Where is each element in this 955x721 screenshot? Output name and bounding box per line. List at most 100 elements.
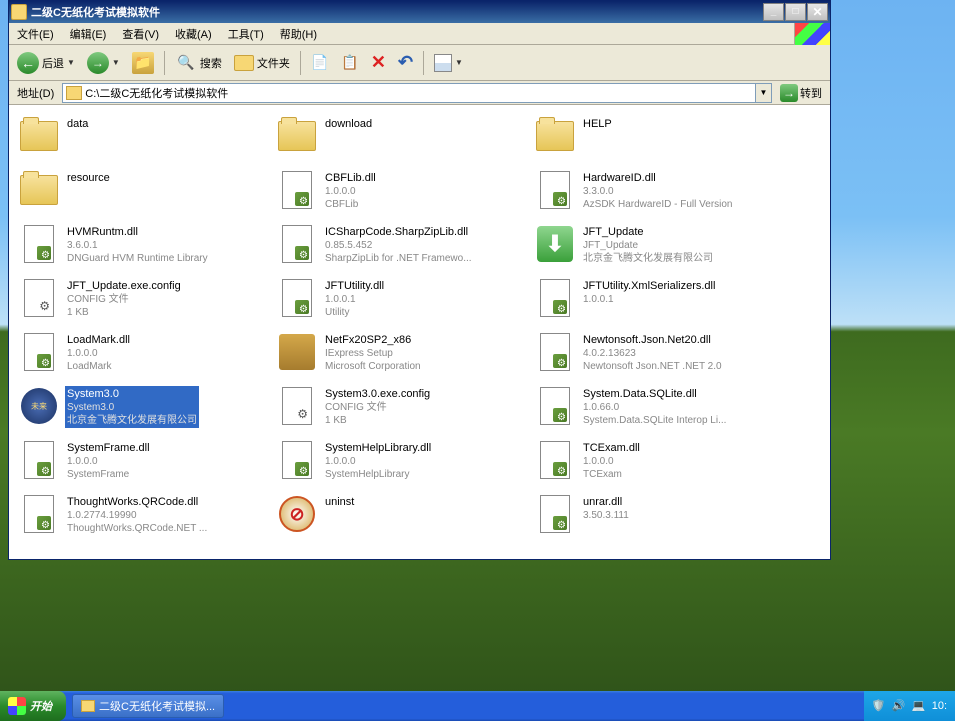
file-name: Newtonsoft.Json.Net20.dll (583, 333, 722, 347)
menu-tools[interactable]: 工具(T) (220, 23, 272, 45)
titlebar[interactable]: 二级C无纸化考试模拟软件 _ □ ✕ (9, 1, 830, 23)
file-item[interactable]: ICSharpCode.SharpZipLib.dll0.85.5.452Sha… (271, 221, 529, 275)
close-button[interactable]: ✕ (807, 3, 828, 21)
move-to-button[interactable]: 📄 (307, 49, 333, 77)
file-meta: System.Data.SQLite Interop Li... (583, 414, 726, 427)
menu-edit[interactable]: 编辑(E) (62, 23, 115, 45)
file-name: data (67, 117, 88, 131)
file-meta: 1.0.0.0 (325, 455, 431, 468)
file-meta: System3.0 (67, 401, 197, 414)
iexpress-icon (277, 332, 317, 372)
file-item[interactable]: HVMRuntm.dll3.6.0.1DNGuard HVM Runtime L… (13, 221, 271, 275)
undo-button[interactable]: ↶ (394, 49, 417, 77)
file-item[interactable]: HardwareID.dll3.3.0.0AzSDK HardwareID - … (529, 167, 787, 221)
file-meta: 4.0.2.13623 (583, 347, 722, 360)
file-meta: Microsoft Corporation (325, 360, 421, 373)
file-name: System.Data.SQLite.dll (583, 387, 726, 401)
search-icon: 🔍 (175, 52, 197, 74)
file-name: NetFx20SP2_x86 (325, 333, 421, 347)
file-name: TCExam.dll (583, 441, 640, 455)
file-item[interactable]: HELP (529, 113, 787, 167)
tray-icon[interactable]: 💻 (912, 699, 926, 713)
file-name: unrar.dll (583, 495, 629, 509)
file-meta: CONFIG 文件 (67, 293, 181, 306)
file-meta: LoadMark (67, 360, 130, 373)
menu-file[interactable]: 文件(E) (9, 23, 62, 45)
go-button[interactable]: → 转到 (776, 84, 826, 102)
file-item[interactable]: TCExam.dll1.0.0.0TCExam (529, 437, 787, 491)
file-name: LoadMark.dll (67, 333, 130, 347)
menubar: 文件(E) 编辑(E) 查看(V) 收藏(A) 工具(T) 帮助(H) (9, 23, 830, 45)
system-tray[interactable]: 🛡️ 🔊 💻 10: (864, 691, 955, 721)
address-label: 地址(D) (13, 85, 58, 101)
folders-button[interactable]: 文件夹 (230, 49, 294, 77)
menu-help[interactable]: 帮助(H) (272, 23, 325, 45)
file-item[interactable]: NetFx20SP2_x86IExpress SetupMicrosoft Co… (271, 329, 529, 383)
menu-view[interactable]: 查看(V) (114, 23, 167, 45)
file-meta: 1.0.66.0 (583, 401, 726, 414)
delete-button[interactable]: ✕ (367, 49, 390, 77)
file-item[interactable]: JFTUtility.XmlSerializers.dll1.0.0.1 (529, 275, 787, 329)
file-meta: 1 KB (325, 414, 430, 427)
file-meta: CONFIG 文件 (325, 401, 430, 414)
file-meta: SystemFrame (67, 468, 150, 481)
file-item[interactable]: JFT_Update.exe.configCONFIG 文件1 KB (13, 275, 271, 329)
file-item[interactable]: System.Data.SQLite.dll1.0.66.0System.Dat… (529, 383, 787, 437)
up-button[interactable]: 📁 (128, 49, 158, 77)
file-item[interactable]: SystemHelpLibrary.dll1.0.0.0SystemHelpLi… (271, 437, 529, 491)
file-item[interactable]: JFTUtility.dll1.0.0.1Utility (271, 275, 529, 329)
file-item[interactable]: data (13, 113, 271, 167)
file-item[interactable]: Newtonsoft.Json.Net20.dll4.0.2.13623Newt… (529, 329, 787, 383)
go-icon: → (780, 84, 798, 102)
file-item[interactable]: SystemFrame.dll1.0.0.0SystemFrame (13, 437, 271, 491)
minimize-button[interactable]: _ (763, 3, 784, 21)
search-label: 搜索 (200, 55, 222, 71)
delete-icon: ✕ (371, 52, 386, 73)
file-name: JFT_Update.exe.config (67, 279, 181, 293)
address-input[interactable] (85, 84, 755, 102)
forward-button[interactable]: → ▼ (83, 49, 124, 77)
address-input-wrap[interactable]: ▼ (62, 83, 772, 103)
back-button[interactable]: ← 后退 ▼ (13, 49, 79, 77)
file-meta: AzSDK HardwareID - Full Version (583, 198, 733, 211)
file-meta: DNGuard HVM Runtime Library (67, 252, 208, 265)
start-button[interactable]: 开始 (0, 691, 66, 721)
file-name: JFTUtility.dll (325, 279, 384, 293)
tray-icon[interactable]: 🔊 (892, 699, 906, 713)
file-meta: IExpress Setup (325, 347, 421, 360)
go-label: 转到 (800, 85, 822, 101)
copy-to-button[interactable]: 📋 (337, 49, 363, 77)
dll-icon (277, 278, 317, 318)
dll-icon (535, 278, 575, 318)
file-item[interactable]: CBFLib.dll1.0.0.0CBFLib (271, 167, 529, 221)
start-label: 开始 (30, 698, 52, 714)
taskbar-item[interactable]: 二级C无纸化考试模拟... (72, 694, 224, 718)
maximize-button[interactable]: □ (785, 3, 806, 21)
file-meta: JFT_Update (583, 239, 713, 252)
file-item[interactable]: resource (13, 167, 271, 221)
undo-icon: ↶ (398, 52, 413, 73)
dll-icon (277, 224, 317, 264)
views-button[interactable]: ▼ (430, 49, 467, 77)
menu-favorites[interactable]: 收藏(A) (167, 23, 220, 45)
file-item[interactable]: download (271, 113, 529, 167)
file-item[interactable]: ⬇JFT_UpdateJFT_Update北京金飞腾文化发展有限公司 (529, 221, 787, 275)
file-meta: SystemHelpLibrary (325, 468, 431, 481)
back-icon: ← (17, 52, 39, 74)
search-button[interactable]: 🔍 搜索 (171, 49, 226, 77)
file-item[interactable]: 未来System3.0System3.0北京金飞腾文化发展有限公司 (13, 383, 271, 437)
file-item[interactable]: ThoughtWorks.QRCode.dll1.0.2774.19990Tho… (13, 491, 271, 545)
file-item[interactable]: uninst (271, 491, 529, 545)
uninst-icon (277, 494, 317, 534)
file-item[interactable]: unrar.dll3.50.3.111 (529, 491, 787, 545)
address-dropdown[interactable]: ▼ (755, 84, 771, 102)
file-meta: 1.0.0.0 (67, 455, 150, 468)
file-meta: 3.50.3.111 (583, 509, 629, 522)
dll-icon (277, 170, 317, 210)
tray-icon[interactable]: 🛡️ (872, 699, 886, 713)
file-item[interactable]: System3.0.exe.configCONFIG 文件1 KB (271, 383, 529, 437)
folder-icon (19, 170, 59, 210)
clock[interactable]: 10: (932, 700, 947, 712)
file-list[interactable]: data downloadHELP resourceCBFLib.dll1.0.0.… (9, 105, 830, 559)
file-item[interactable]: LoadMark.dll1.0.0.0LoadMark (13, 329, 271, 383)
